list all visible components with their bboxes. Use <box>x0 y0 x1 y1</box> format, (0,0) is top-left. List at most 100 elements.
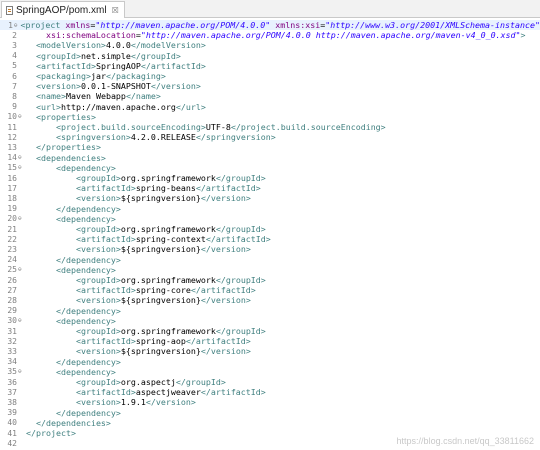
code-token: 4.0.0 <box>105 40 131 51</box>
code-line[interactable]: 18 <version>${springversion}</version> <box>0 193 540 203</box>
code-line[interactable]: 29 </dependency> <box>0 306 540 316</box>
code-line[interactable]: 1 ⊖ <project xmlns="http://maven.apache.or… <box>0 20 540 30</box>
line-number: 22 <box>7 234 17 244</box>
code-line[interactable]: 39 </dependency> <box>0 408 540 418</box>
code-line[interactable]: 34 </dependency> <box>0 357 540 367</box>
code-text: <dependency> <box>24 265 116 275</box>
code-line[interactable]: 25 ⊖ <dependency> <box>0 265 540 275</box>
line-number: 40 <box>7 418 17 428</box>
code-line[interactable]: 20 ⊖ <dependency> <box>0 214 540 224</box>
code-token: </version> <box>200 346 251 357</box>
code-line[interactable]: 31 <groupId>org.springframework</groupId… <box>0 326 540 336</box>
code-token: </dependency> <box>55 305 121 316</box>
code-line[interactable]: 15 ⊖ <dependency> <box>0 163 540 173</box>
code-text: <version>1.9.1</version> <box>24 397 196 407</box>
line-number: 26 <box>7 275 17 285</box>
code-line[interactable]: 37 <artifactId>aspectjweaver</artifactId… <box>0 387 540 397</box>
code-line[interactable]: 32 <artifactId>spring-aop</artifactId> <box>0 336 540 346</box>
code-line[interactable]: 2 xsi:schemaLocation="http://maven.apach… <box>0 30 540 40</box>
code-line[interactable]: 13 </properties> <box>0 142 540 152</box>
fold-toggle-icon[interactable]: ⊖ <box>17 215 24 222</box>
close-icon[interactable]: ☒ <box>112 6 119 15</box>
code-token: <dependency> <box>55 213 116 224</box>
line-number: 17 <box>7 183 17 193</box>
line-number: 25 <box>7 265 17 275</box>
code-line[interactable]: 19 </dependency> <box>0 204 540 214</box>
code-line[interactable]: 35 ⊖ <dependency> <box>0 367 540 377</box>
line-number: 1 <box>8 20 13 30</box>
code-text: <modelVersion>4.0.0</modelVersion> <box>24 40 206 50</box>
code-line[interactable]: 6 <packaging>jar</packaging> <box>0 71 540 81</box>
line-number: 4 <box>12 51 17 61</box>
code-line[interactable]: 23 <version>${springversion}</version> <box>0 244 540 254</box>
fold-toggle-icon[interactable]: ⊖ <box>17 368 24 375</box>
code-line[interactable]: 9 <url>http://maven.apache.org</url> <box>0 102 540 112</box>
code-line[interactable]: 21 <groupId>org.springframework</groupId… <box>0 224 540 234</box>
code-line[interactable]: 30 ⊖ <dependency> <box>0 316 540 326</box>
code-line[interactable]: 40 </dependencies> <box>0 418 540 428</box>
fold-toggle-icon[interactable]: ⊖ <box>17 266 24 273</box>
code-token: <name> <box>36 91 66 102</box>
code-line[interactable]: 3 <modelVersion>4.0.0</modelVersion> <box>0 40 540 50</box>
line-number: 2 <box>12 30 17 40</box>
code-line[interactable]: 11 <project.build.sourceEncoding>UTF-8</… <box>0 122 540 132</box>
code-line[interactable]: 10 ⊖ <properties> <box>0 112 540 122</box>
line-number: 5 <box>12 61 17 71</box>
code-line[interactable]: 8 <name>Maven Webapp</name> <box>0 91 540 101</box>
code-line[interactable]: 28 <version>${springversion}</version> <box>0 295 540 305</box>
code-line[interactable]: 16 <groupId>org.springframework</groupId… <box>0 173 540 183</box>
code-line[interactable]: 17 <artifactId>spring-beans</artifactId> <box>0 183 540 193</box>
code-token: ${springversion} <box>120 346 201 357</box>
fold-toggle-icon[interactable]: ⊖ <box>17 113 24 120</box>
code-token: xmlns <box>65 20 91 30</box>
code-text: <version>0.0.1-SNAPSHOT</version> <box>24 81 201 91</box>
line-number: 39 <box>7 408 17 418</box>
code-line[interactable]: 5 <artifactId>SpringAOP</artifactId> <box>0 61 540 71</box>
code-token: <artifactId> <box>75 387 136 398</box>
code-text: </dependency> <box>24 204 121 214</box>
tab-pom-xml[interactable]: SpringAOP/pom.xml ☒ <box>1 1 125 18</box>
code-line[interactable]: 27 <artifactId>spring-core</artifactId> <box>0 285 540 295</box>
code-token: ${springversion} <box>120 295 201 306</box>
code-token: org.springframework <box>120 224 216 234</box>
fold-toggle-icon[interactable]: ⊖ <box>17 164 24 171</box>
code-line[interactable]: 38 <version>1.9.1</version> <box>0 397 540 407</box>
code-text: <artifactId>spring-core</artifactId> <box>24 285 256 295</box>
fold-toggle-icon[interactable]: ⊖ <box>17 154 24 161</box>
xml-file-icon <box>6 5 13 15</box>
code-token: net.simple <box>80 50 131 61</box>
code-token: "http://maven.apache.org/POM/4.0.0" <box>95 20 271 30</box>
code-line[interactable]: 24 </dependency> <box>0 255 540 265</box>
code-line[interactable]: 36 <groupId>org.aspectj</groupId> <box>0 377 540 387</box>
code-line[interactable]: 7 <version>0.0.1-SNAPSHOT</version> <box>0 81 540 91</box>
code-line[interactable]: 12 <springversion>4.2.0.RELEASE</springv… <box>0 132 540 142</box>
code-line[interactable]: 33 <version>${springversion}</version> <box>0 346 540 356</box>
line-number: 21 <box>7 224 17 234</box>
xml-source-editor[interactable]: 1 ⊖ <project xmlns="http://maven.apache.or… <box>0 18 540 450</box>
code-token: xsi:schemaLocation <box>45 30 136 41</box>
code-token: SpringAOP <box>95 60 141 71</box>
code-token: <dependency> <box>55 315 116 326</box>
code-line[interactable]: 4 <groupId>net.simple</groupId> <box>0 51 540 61</box>
code-token: xmlns:xsi <box>275 20 321 30</box>
code-line[interactable]: 22 <artifactId>spring-context</artifactI… <box>0 234 540 244</box>
tab-title: SpringAOP/pom.xml <box>16 4 107 16</box>
code-line[interactable]: 14 ⊖ <dependencies> <box>0 153 540 163</box>
code-line[interactable]: 26 <groupId>org.springframework</groupId… <box>0 275 540 285</box>
code-token: </dependency> <box>55 203 121 214</box>
fold-toggle-icon[interactable]: ⊖ <box>17 317 24 324</box>
code-token: </version> <box>145 397 196 408</box>
